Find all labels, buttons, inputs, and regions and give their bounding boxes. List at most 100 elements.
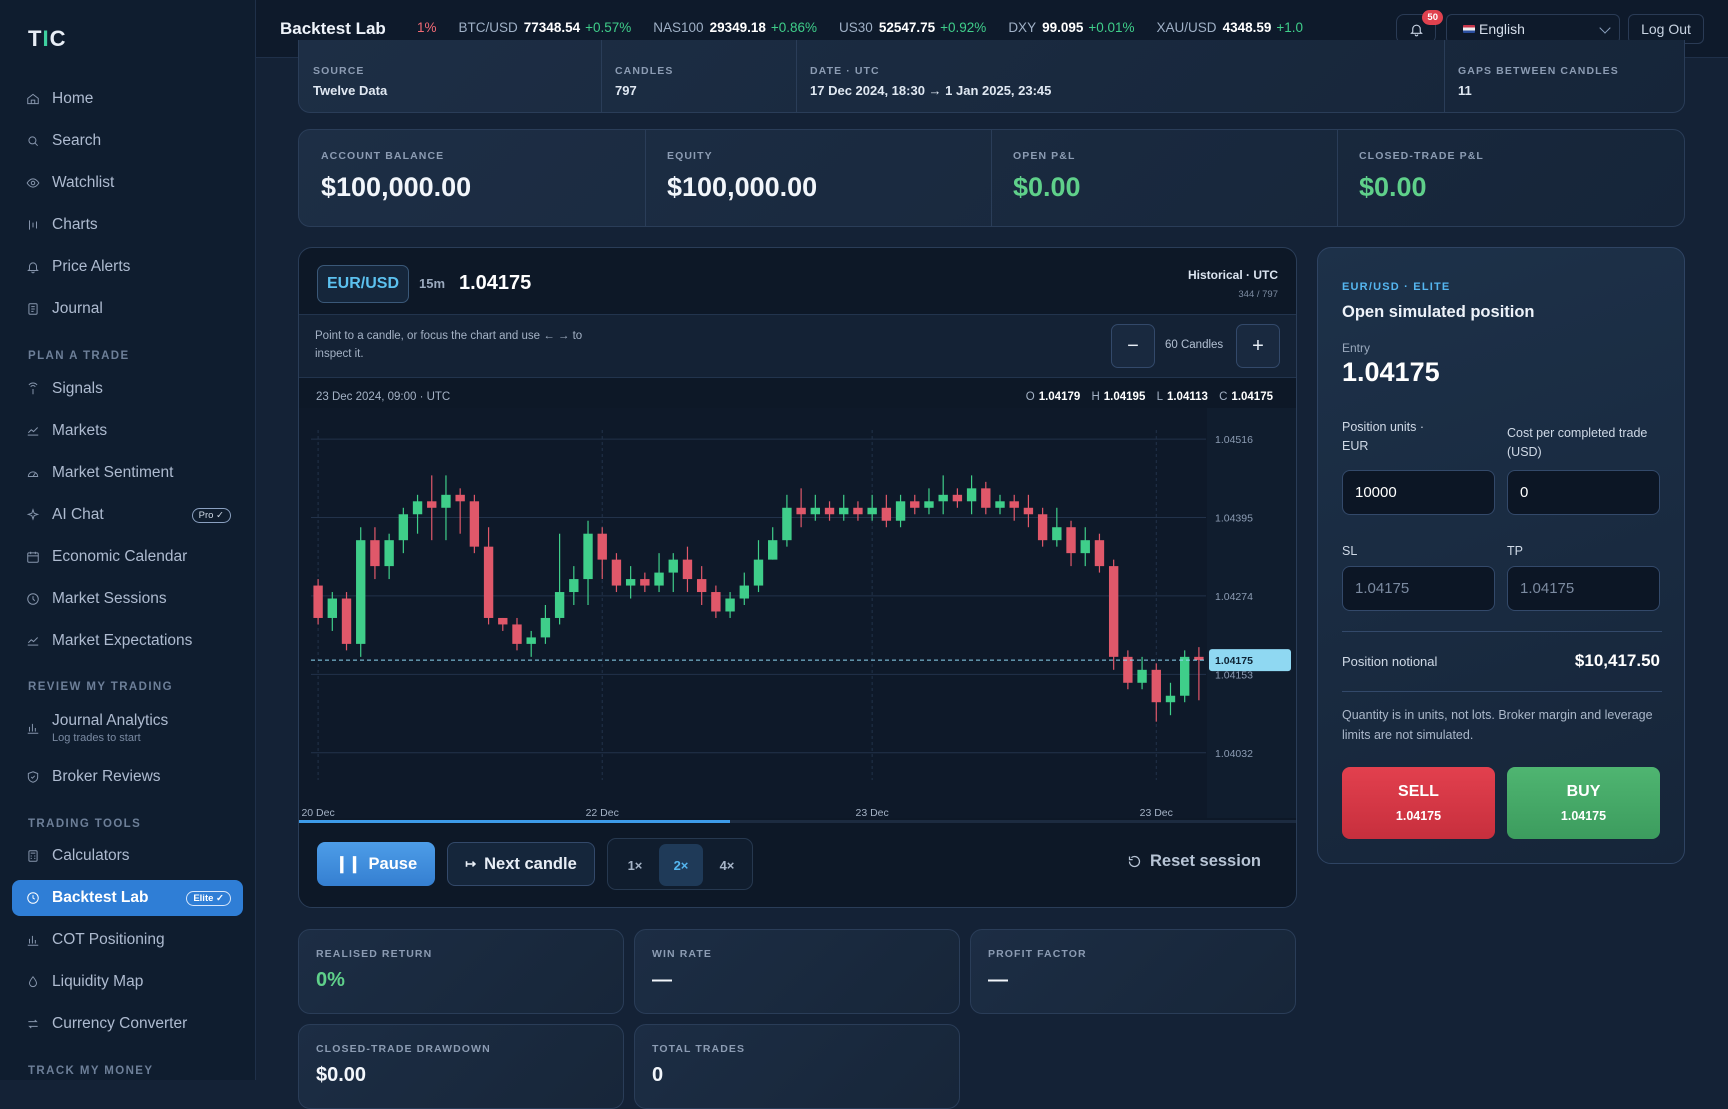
- sidebar-item-journal[interactable]: Journal: [12, 291, 243, 327]
- sidebar-item-economic-calendar[interactable]: Economic Calendar: [12, 539, 243, 575]
- info-cell: CANDLES 797: [615, 65, 674, 98]
- candle[interactable]: [1180, 650, 1190, 703]
- notional-value: $10,417.50: [1574, 651, 1660, 670]
- buy-button[interactable]: BUY 1.04175: [1507, 767, 1660, 839]
- sidebar-item-charts[interactable]: Charts: [12, 207, 243, 243]
- reset-session-button[interactable]: Reset session: [1127, 852, 1261, 871]
- data-mode: Historical · UTC: [1187, 268, 1278, 282]
- divider: [991, 130, 992, 226]
- chart-icon: [26, 218, 40, 232]
- cost-label: Cost per completed trade (USD): [1507, 426, 1648, 459]
- candle[interactable]: [1108, 559, 1119, 670]
- candlestick-chart[interactable]: 1.04516 1.04395 1.04274 1.04153 1.04032 20 De…: [299, 408, 1296, 818]
- logo[interactable]: TIC: [28, 26, 66, 52]
- cost-input[interactable]: [1507, 470, 1660, 515]
- sidebar-item-label: Liquidity Map: [52, 973, 144, 990]
- sidebar-item-broker-reviews[interactable]: Broker Reviews: [12, 759, 243, 795]
- units-input[interactable]: [1342, 470, 1495, 515]
- zoom-out-button[interactable]: −: [1111, 324, 1155, 368]
- candle-date: 23 Dec 2024, 09:00 · UTC: [316, 391, 451, 403]
- divider: [796, 40, 797, 113]
- sl-input[interactable]: [1342, 566, 1495, 611]
- sidebar-item-label: Journal: [52, 300, 103, 317]
- reset-icon: [1128, 855, 1141, 868]
- candle-body: [512, 624, 522, 644]
- chart-background: [299, 408, 1296, 818]
- chart-hint: Point to a candle, or focus the chart an…: [315, 330, 583, 360]
- metric-total-trades: TOTAL TRADES 0: [634, 1024, 960, 1109]
- sidebar-item-currency-converter[interactable]: Currency Converter: [12, 1006, 243, 1042]
- sidebar-item-backtest-lab[interactable]: Backtest Lab Elite ✓: [12, 880, 243, 916]
- speed-option[interactable]: 1×: [613, 844, 657, 886]
- bar-chart-icon: [26, 933, 40, 947]
- history-icon: [26, 891, 40, 905]
- candle-position: 344 / 797: [1238, 289, 1278, 300]
- sidebar-section-label: REVIEW MY TRADING: [28, 681, 173, 693]
- candle[interactable]: [313, 579, 323, 625]
- sidebar-item-calculators[interactable]: Calculators: [12, 838, 243, 874]
- candle-body: [654, 572, 664, 586]
- sidebar-item-label: Economic Calendar: [52, 548, 188, 565]
- candle-body: [682, 559, 693, 580]
- tp-input[interactable]: [1507, 566, 1660, 611]
- language-value: English: [1479, 21, 1525, 37]
- speed-option[interactable]: 4×: [705, 844, 749, 886]
- candle-body: [810, 507, 821, 515]
- next-candle-button[interactable]: ↦ Next candle: [447, 842, 595, 886]
- ticker-item[interactable]: US30 52547.75 +0.92%: [839, 20, 986, 35]
- pause-button[interactable]: ❙❙ Pause: [317, 842, 435, 886]
- candle[interactable]: [469, 494, 480, 554]
- divider: [1444, 40, 1445, 113]
- ticker-item[interactable]: DXY 99.095 +0.01%: [1008, 20, 1134, 35]
- candle-body: [981, 488, 991, 508]
- sidebar-item-home[interactable]: Home: [12, 81, 243, 117]
- eye-icon: [26, 176, 40, 190]
- candle-body: [966, 488, 977, 502]
- sidebar-item-market-expectations[interactable]: Market Expectations: [12, 623, 243, 659]
- candle[interactable]: [341, 592, 352, 651]
- sidebar-item-ai-chat[interactable]: AI Chat Pro ✓: [12, 497, 243, 533]
- sidebar-item-liquidity-map[interactable]: Liquidity Map: [12, 964, 243, 1000]
- ticker-item[interactable]: XAU/USD 4348.59 +1.0: [1157, 20, 1303, 35]
- candle-body: [1080, 540, 1090, 554]
- candle-body: [668, 559, 678, 573]
- ticker-item[interactable]: BTC/USD 77348.54 +0.57%: [459, 20, 632, 35]
- sl-label: SL: [1342, 544, 1358, 558]
- sidebar-item-signals[interactable]: Signals: [12, 371, 243, 407]
- speed-option[interactable]: 2×: [659, 844, 703, 886]
- ticker-item[interactable]: NAS100 29349.18 +0.86%: [653, 20, 817, 35]
- pair-selector[interactable]: EUR/USD: [317, 265, 410, 303]
- x-tick-label: 23 Dec: [1140, 807, 1173, 818]
- candle-body: [867, 507, 877, 515]
- zoom-in-button[interactable]: +: [1236, 324, 1280, 368]
- sidebar-item-search[interactable]: Search: [12, 123, 243, 159]
- sell-button[interactable]: SELL 1.04175: [1342, 767, 1495, 839]
- swap-icon: [26, 1017, 40, 1031]
- sidebar-item-cot-positioning[interactable]: COT Positioning: [12, 922, 243, 958]
- candle-body: [839, 507, 849, 515]
- candle-body: [725, 598, 735, 612]
- candle-body: [611, 559, 622, 586]
- notional-label: Position notional: [1342, 654, 1438, 669]
- sidebar-item-market-sentiment[interactable]: Market Sentiment: [12, 455, 243, 491]
- metric-win-rate: WIN RATE —: [634, 929, 960, 1014]
- y-tick-label: 1.04032: [1215, 748, 1253, 760]
- replay-progress: [299, 820, 1296, 823]
- sidebar-item-markets[interactable]: Markets: [12, 413, 243, 449]
- bell-icon: [26, 260, 40, 274]
- sidebar-item-journal-analytics[interactable]: Journal Analytics Log trades to start: [12, 705, 243, 751]
- sidebar-item-price-alerts[interactable]: Price Alerts: [12, 249, 243, 285]
- candle-body: [569, 579, 579, 593]
- ticker-item[interactable]: 1%: [412, 20, 437, 35]
- candle-body: [625, 579, 636, 586]
- sidebar: TIC Home Search Watchlist Charts Price Alert…: [0, 0, 256, 1080]
- stat-account-balance: ACCOUNT BALANCE $100,000.00: [321, 150, 472, 202]
- sidebar-item-market-sessions[interactable]: Market Sessions: [12, 581, 243, 617]
- candle[interactable]: [356, 527, 366, 657]
- sidebar-item-watchlist[interactable]: Watchlist: [12, 165, 243, 201]
- flag-icon: [1463, 25, 1475, 33]
- candle-body: [540, 617, 551, 638]
- candle-body: [498, 617, 508, 625]
- journal-icon: [26, 302, 40, 316]
- divider: [645, 130, 646, 226]
